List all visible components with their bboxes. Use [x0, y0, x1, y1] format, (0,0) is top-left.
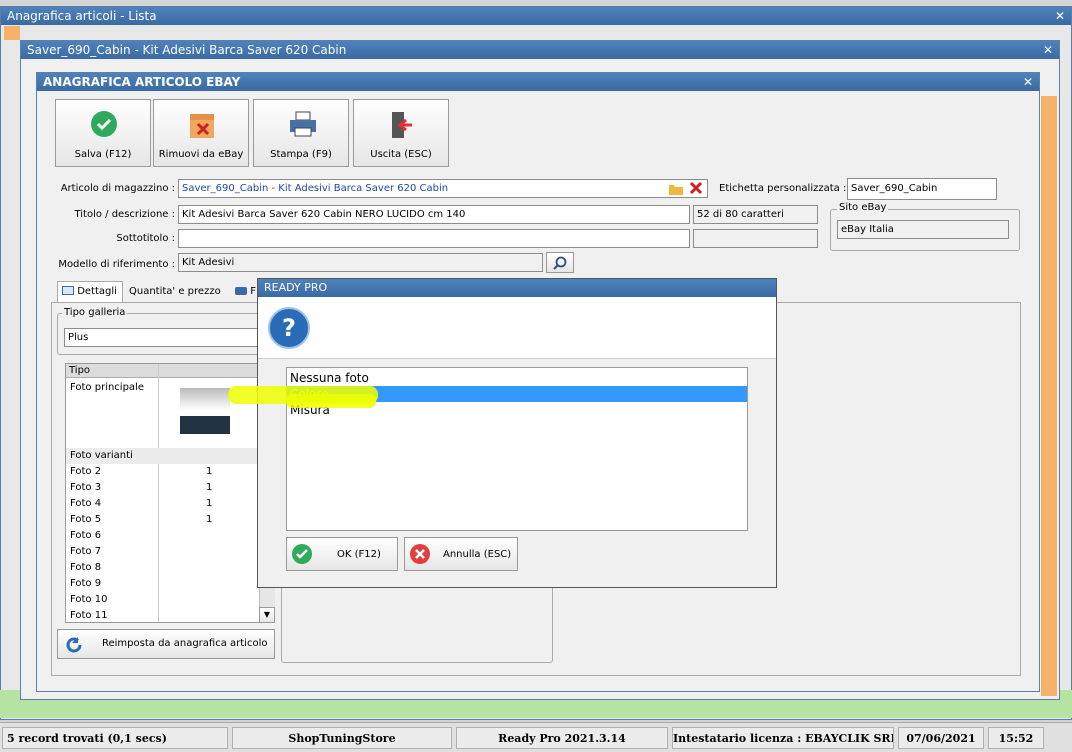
sottotitolo-field[interactable]: [178, 229, 690, 248]
outer-close-icon[interactable]: ✕: [1055, 7, 1065, 25]
articolo-label: Articolo di magazzino :: [60, 183, 175, 194]
status-version: Ready Pro 2021.3.14: [456, 727, 668, 749]
outer-titlebar[interactable]: Anagrafica articoli - Lista ✕: [1, 7, 1071, 25]
ebay-titlebar[interactable]: ANAGRAFICA ARTICOLO EBAY ✕: [37, 73, 1039, 91]
svg-text:?: ?: [282, 314, 296, 342]
sottotitolo-label: Sottotitolo :: [116, 233, 175, 244]
folder-icon[interactable]: [669, 183, 683, 195]
question-icon: ?: [268, 307, 310, 349]
ebay-close-icon[interactable]: ✕: [1023, 73, 1033, 91]
sottotitolo-count: [693, 229, 818, 248]
status-date: 07/06/2021: [898, 727, 984, 749]
dialog-titlebar[interactable]: READY PRO: [258, 279, 776, 297]
grid-row[interactable]: Foto 9: [66, 576, 274, 592]
outer-title: Anagrafica articoli - Lista: [7, 9, 157, 23]
status-records: 5 record trovati (0,1 secs): [2, 727, 228, 749]
ebay-title: ANAGRAFICA ARTICOLO EBAY: [43, 75, 241, 89]
sito-ebay-legend: Sito eBay: [837, 202, 889, 213]
grid-row[interactable]: Foto 7: [66, 544, 274, 560]
kit-close-icon[interactable]: ✕: [1043, 41, 1053, 59]
remove-ebay-button[interactable]: Rimuovi da eBay: [153, 99, 249, 167]
chars-count: 52 di 80 caratteri: [693, 205, 818, 224]
principale-thumbnail: [180, 386, 230, 436]
printer-icon: [290, 111, 316, 137]
grid-row[interactable]: Foto 8: [66, 560, 274, 576]
grid-row[interactable]: Foto 51: [66, 512, 274, 528]
remove-ebay-label: Rimuovi da eBay: [158, 149, 244, 160]
left-orange-icon: [4, 26, 20, 40]
search-icon: [553, 256, 567, 270]
grid-scroll-down-button[interactable]: ▼: [259, 607, 275, 623]
cancel-button[interactable]: Annulla (ESC): [404, 537, 518, 571]
reset-from-article-button[interactable]: Reimposta da anagrafica articolo: [57, 629, 275, 659]
grid-row[interactable]: Foto 11: [66, 608, 274, 624]
galleria-legend: Tipo galleria: [62, 307, 128, 318]
cancel-x-icon: [410, 544, 430, 564]
status-shop: ShopTuningStore: [232, 727, 452, 749]
exit-label: Uscita (ESC): [370, 149, 432, 160]
grid-row[interactable]: Foto 31: [66, 480, 274, 496]
print-label: Stampa (F9): [270, 149, 332, 160]
dettagli-icon: [62, 286, 74, 295]
ok-label: OK (F12): [337, 549, 381, 560]
articolo-field[interactable]: Saver_690_Cabin - Kit Adesivi Barca Save…: [178, 179, 708, 198]
tab-dettagli[interactable]: Dettagli: [57, 281, 123, 303]
modello-label: Modello di riferimento :: [58, 259, 175, 270]
status-time: 15:52: [988, 727, 1044, 749]
print-button[interactable]: Stampa (F9): [253, 99, 349, 167]
kit-orange-strip: [1041, 96, 1057, 696]
galleria-group: Tipo galleria Plus: [57, 307, 275, 355]
exit-door-icon: [392, 112, 412, 138]
grid-row[interactable]: Foto 41: [66, 496, 274, 512]
grid-header: Tipo: [66, 364, 274, 378]
titolo-label: Titolo / descrizione :: [74, 209, 175, 220]
etichetta-label: Etichetta personalizzata :: [719, 183, 847, 194]
tab-quantita[interactable]: Quantita' e prezzo: [125, 282, 227, 302]
camera-icon: [235, 287, 247, 295]
check-icon: [292, 544, 312, 564]
status-bar: 5 record trovati (0,1 secs) ShopTuningSt…: [0, 722, 1072, 752]
ok-button[interactable]: OK (F12): [286, 537, 398, 571]
refresh-icon: [66, 637, 82, 653]
exit-button[interactable]: Uscita (ESC): [353, 99, 449, 167]
sito-ebay-field[interactable]: eBay Italia: [837, 220, 1009, 239]
status-license: Intestatario licenza : EBAYCLIK SRLS: [672, 727, 894, 749]
save-label: Salva (F12): [74, 149, 132, 160]
search-modello-button[interactable]: [546, 252, 574, 273]
grid-row[interactable]: Foto 21: [66, 464, 274, 480]
box-remove-icon: [190, 114, 214, 138]
grid-row[interactable]: Foto 10: [66, 592, 274, 608]
row-varianti: Foto varianti: [66, 448, 274, 464]
kit-title: Saver_690_Cabin - Kit Adesivi Barca Save…: [27, 43, 347, 57]
titolo-field[interactable]: Kit Adesivi Barca Saver 620 Cabin NERO L…: [178, 205, 690, 224]
galleria-select[interactable]: Plus: [64, 328, 274, 347]
modello-field[interactable]: Kit Adesivi: [178, 253, 543, 272]
kit-titlebar[interactable]: Saver_690_Cabin - Kit Adesivi Barca Save…: [21, 41, 1059, 59]
clear-x-icon[interactable]: [689, 181, 703, 195]
sito-ebay-group: Sito eBay eBay Italia: [830, 202, 1020, 251]
cancel-label: Annulla (ESC): [443, 549, 512, 560]
dialog-title: READY PRO: [264, 281, 328, 294]
check-icon: [91, 111, 117, 137]
etichetta-field[interactable]: Saver_690_Cabin: [847, 178, 997, 200]
dialog-top-area: [258, 297, 776, 359]
list-item[interactable]: Nessuna foto: [287, 370, 747, 386]
reset-label: Reimposta da anagrafica articolo: [102, 638, 268, 649]
save-button[interactable]: Salva (F12): [55, 99, 151, 167]
ready-pro-dialog: READY PRO ? Nessuna foto Colore Misura O…: [257, 278, 777, 588]
chevron-down-icon: ▼: [263, 610, 271, 619]
highlight-mark: [286, 394, 376, 408]
grid-row[interactable]: Foto 6: [66, 528, 274, 544]
